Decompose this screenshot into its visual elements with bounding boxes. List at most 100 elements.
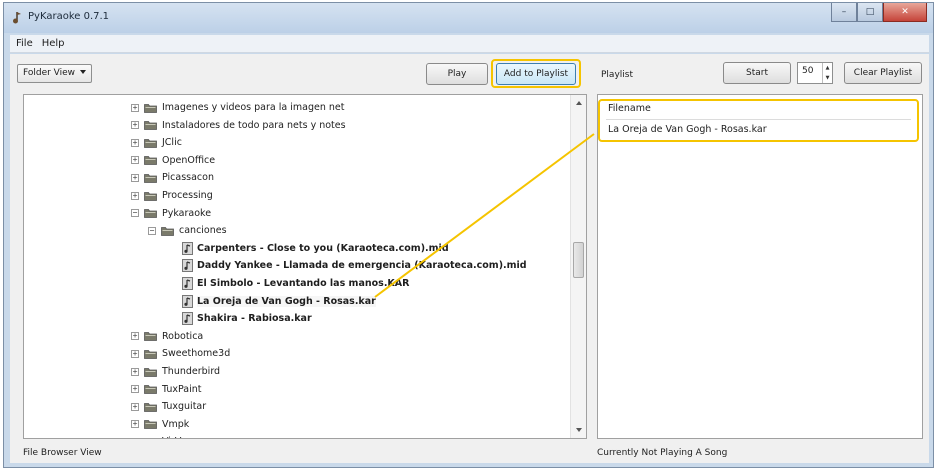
app-window: PyKaraoke 0.7.1 – □ ✕ File Help Folder V…	[3, 2, 934, 468]
menu-help[interactable]: Help	[42, 38, 65, 49]
status-right: Currently Not Playing A Song	[597, 448, 728, 458]
tree-item-label: Daddy Yankee - Llamada de emergencia (Ka…	[197, 260, 527, 272]
music-file-icon	[182, 294, 193, 308]
view-select[interactable]: Folder View	[17, 64, 92, 83]
tree-folder-item[interactable]: + JClic	[131, 134, 182, 151]
expand-icon[interactable]: +	[131, 402, 139, 411]
expand-icon[interactable]: +	[131, 420, 139, 429]
tree-file-item[interactable]: El Simbolo - Levantando las manos.KAR	[182, 275, 409, 292]
tree-item-label: El Simbolo - Levantando las manos.KAR	[197, 278, 410, 289]
tree-item-label: Imagenes y videos para la imagen net	[162, 102, 345, 113]
expand-icon[interactable]: +	[131, 437, 139, 438]
folder-icon	[144, 191, 157, 201]
tree-folder-item[interactable]: + Vmpk	[131, 416, 189, 433]
collapse-icon[interactable]: −	[148, 226, 156, 235]
close-button[interactable]: ✕	[883, 3, 927, 22]
music-file-icon	[182, 241, 193, 255]
expand-icon[interactable]: +	[131, 332, 139, 341]
maximize-button[interactable]: □	[857, 3, 883, 22]
title-bar[interactable]: PyKaraoke 0.7.1 – □ ✕	[4, 3, 933, 33]
expand-icon[interactable]: +	[131, 385, 139, 394]
folder-icon	[144, 385, 157, 394]
folder-icon	[144, 121, 157, 130]
spin-buttons: ▲ ▼	[822, 63, 832, 83]
status-left: File Browser View	[23, 448, 102, 458]
menu-file[interactable]: File	[16, 38, 33, 49]
tree-item-label: Robotica	[162, 330, 204, 342]
tree-item-label: Processing	[162, 190, 213, 201]
tree-item-label: La Oreja de Van Gogh - Rosas.kar	[197, 295, 376, 307]
folder-icon	[144, 437, 149, 438]
expand-icon[interactable]: +	[131, 103, 139, 112]
chevron-down-icon	[80, 70, 86, 74]
tree-item-label: TuxPaint	[162, 383, 202, 395]
tree-scrollbar[interactable]	[570, 95, 586, 438]
tree-folder-item[interactable]: + OpenOffice	[131, 152, 215, 169]
tree-item-label: Thunderbird	[162, 366, 221, 377]
app-icon	[13, 12, 21, 24]
expand-icon[interactable]: +	[131, 191, 139, 200]
folder-icon	[144, 402, 157, 412]
expand-icon[interactable]: +	[131, 349, 139, 358]
tree-folder-item[interactable]: + Imagenes y videos para la imagen net	[131, 99, 344, 116]
highlight-playlist	[598, 99, 919, 142]
tree-folder-item[interactable]: + VirVare	[131, 433, 196, 438]
tree-item-label: Instaladores de todo para nets y notes	[162, 119, 346, 131]
tree-folder-item[interactable]: − Pykaraoke	[131, 205, 211, 222]
tree-file-item[interactable]: La Oreja de Van Gogh - Rosas.kar	[182, 293, 376, 310]
expand-icon[interactable]: +	[131, 121, 139, 130]
folder-icon	[144, 420, 157, 430]
tree-folder-item[interactable]: − canciones	[148, 222, 227, 239]
window-title: PyKaraoke 0.7.1	[28, 11, 110, 22]
scroll-up-icon[interactable]	[571, 95, 586, 111]
tree-folder-item[interactable]: + Picassacon	[131, 169, 214, 186]
folder-icon	[144, 367, 157, 377]
folder-icon	[144, 138, 157, 148]
expand-icon[interactable]: +	[131, 138, 139, 147]
tree-item-label: OpenOffice	[162, 154, 216, 166]
music-file-icon	[182, 259, 193, 273]
start-button[interactable]: Start	[723, 62, 791, 84]
tree-item-label: Tuxguitar	[162, 401, 207, 413]
folder-icon	[144, 332, 157, 342]
spin-up-icon[interactable]: ▲	[823, 63, 832, 73]
scroll-down-icon[interactable]	[571, 422, 586, 438]
folder-icon	[144, 349, 157, 359]
expand-icon[interactable]: +	[131, 156, 139, 165]
menu-bar: File Help	[10, 35, 929, 53]
folder-icon	[144, 173, 157, 183]
tree-item-label: VirVare	[162, 436, 196, 438]
expand-icon[interactable]: +	[131, 173, 139, 182]
tree-folder-item[interactable]: + Processing	[131, 187, 213, 204]
tree-folder-item[interactable]: + Robotica	[131, 328, 203, 345]
clear-playlist-button[interactable]: Clear Playlist	[844, 62, 922, 84]
tree-item-label: Carpenters - Close to you (Karaoteca.com…	[197, 242, 449, 254]
tree-item-label: Pykaraoke	[162, 207, 212, 219]
play-button[interactable]: Play	[426, 63, 488, 85]
start-spinbox[interactable]: 50 ▲ ▼	[797, 62, 833, 84]
window-controls: – □ ✕	[831, 3, 927, 23]
tree-folder-item[interactable]: + Sweethome3d	[131, 345, 230, 362]
tree-file-item[interactable]: Daddy Yankee - Llamada de emergencia (Ka…	[182, 257, 527, 274]
tree-folder-item[interactable]: + Tuxguitar	[131, 398, 206, 415]
tree-file-item[interactable]: Carpenters - Close to you (Karaoteca.com…	[182, 240, 449, 257]
folder-icon	[144, 209, 157, 218]
playlist-panel[interactable]: Filename La Oreja de Van Gogh - Rosas.ka…	[597, 94, 923, 439]
folder-icon	[144, 156, 157, 166]
tree-item-label: Vmpk	[162, 418, 190, 430]
tree-folder-item[interactable]: + TuxPaint	[131, 381, 202, 398]
collapse-icon[interactable]: −	[131, 209, 139, 218]
spin-down-icon[interactable]: ▼	[823, 73, 832, 83]
view-select-value: Folder View	[23, 68, 76, 78]
minimize-button[interactable]: –	[831, 3, 857, 22]
file-tree[interactable]: + Imagenes y videos para la imagen net + In…	[23, 94, 587, 439]
tree-file-item[interactable]: Shakira - Rabiosa.kar	[182, 310, 312, 327]
tree-item-label: canciones	[179, 225, 227, 237]
tree-folder-item[interactable]: + Instaladores de todo para nets y notes	[131, 117, 346, 134]
tree-folder-item[interactable]: + Thunderbird	[131, 363, 220, 380]
folder-icon	[161, 226, 174, 236]
expand-icon[interactable]: +	[131, 367, 139, 376]
playlist-label: Playlist	[601, 70, 633, 80]
highlight-add-button	[491, 59, 581, 88]
scroll-thumb[interactable]	[573, 242, 584, 278]
